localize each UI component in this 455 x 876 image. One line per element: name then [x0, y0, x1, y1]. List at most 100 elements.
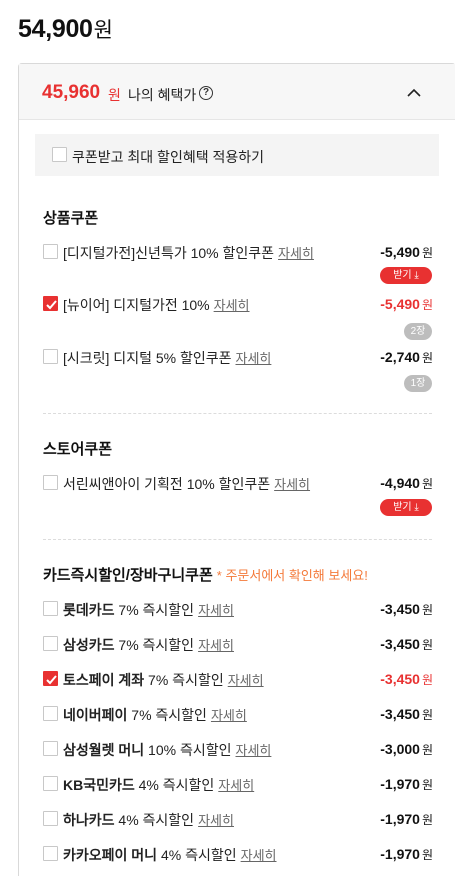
card-brand: 하나카드	[63, 812, 115, 828]
card-discount-label: 삼성월렛 머니 10% 즉시할인 자세히	[63, 740, 271, 760]
chevron-up-icon[interactable]	[403, 82, 425, 104]
card-discount-amount: -1,970 원	[380, 776, 433, 793]
card-detail-link[interactable]: 자세히	[228, 673, 264, 688]
card-amount-value: -3,450	[380, 671, 420, 687]
card-discount-amount: -3,450 원	[380, 671, 433, 688]
benefit-price-header[interactable]: 45,960 원 나의 혜택가 ?	[19, 64, 455, 120]
card-amount-currency: 원	[421, 708, 433, 722]
card-brand: 네이버페이	[63, 707, 128, 723]
card-detail-link[interactable]: 자세히	[198, 603, 234, 618]
coupon-detail-link[interactable]: 자세히	[214, 298, 250, 313]
card-discount-label: 네이버페이 7% 즉시할인 자세히	[63, 705, 247, 725]
card-amount-currency: 원	[421, 813, 433, 827]
coupon-name: [뉴이어] 디지털가전 10%	[63, 297, 210, 313]
section-divider	[43, 413, 432, 414]
card-discount-label: KB국민카드 4% 즉시할인 자세히	[63, 775, 254, 795]
card-discount-amount: -3,450 원	[380, 601, 433, 618]
card-discount-checkbox[interactable]	[43, 601, 58, 616]
coupon-detail-link[interactable]: 자세히	[235, 351, 271, 366]
coupon-row: [디지털가전]신년특가 10% 할인쿠폰 자세히 -5,490 원	[43, 241, 433, 263]
card-discount-row: 삼성카드 7% 즉시할인 자세히 -3,450 원	[43, 633, 433, 655]
product-price-value: 54,900	[18, 15, 93, 43]
coupon-label: [디지털가전]신년특가 10% 할인쿠폰 자세히	[63, 243, 314, 263]
card-discount-desc: 4% 즉시할인	[114, 812, 195, 828]
card-discount-row: 하나카드 4% 즉시할인 자세히 -1,970 원	[43, 808, 433, 830]
coupon-download-button[interactable]: 받기 ⤓	[380, 267, 432, 284]
coupon-amount-currency: 원	[421, 477, 433, 491]
coupon-amount-currency: 원	[421, 298, 433, 312]
card-amount-value: -1,970	[380, 846, 420, 862]
coupon-checkbox[interactable]	[43, 244, 58, 259]
info-icon[interactable]: ?	[199, 86, 213, 100]
card-amount-currency: 원	[421, 603, 433, 617]
coupon-checkbox[interactable]	[43, 349, 58, 364]
card-amount-currency: 원	[421, 778, 433, 792]
card-discount-label: 삼성카드 7% 즉시할인 자세히	[63, 635, 234, 655]
card-discount-label: 롯데카드 7% 즉시할인 자세히	[63, 600, 234, 620]
card-discount-amount: -3,450 원	[380, 636, 433, 653]
coupon-amount: -5,490 원	[380, 244, 433, 261]
card-amount-currency: 원	[421, 743, 433, 757]
card-detail-link[interactable]: 자세히	[236, 743, 272, 758]
card-brand: 롯데카드	[63, 602, 115, 618]
card-discount-checkbox[interactable]	[43, 706, 58, 721]
card-discount-amount: -1,970 원	[380, 811, 433, 828]
card-amount-currency: 원	[421, 638, 433, 652]
card-discount-row: 토스페이 계좌 7% 즉시할인 자세히 -3,450 원	[43, 668, 433, 690]
section-divider	[43, 539, 432, 540]
card-section-note: * 주문서에서 확인해 보세요!	[216, 568, 368, 583]
coupon-amount: -5,490 원	[380, 296, 433, 313]
card-detail-link[interactable]: 자세히	[198, 813, 234, 828]
card-discount-desc: 7% 즉시할인	[144, 672, 224, 688]
coupon-name: [디지털가전]신년특가 10% 할인쿠폰	[63, 245, 275, 261]
max-benefit-checkbox[interactable]	[52, 147, 67, 162]
card-detail-link[interactable]: 자세히	[211, 708, 247, 723]
coupon-detail-link[interactable]: 자세히	[274, 477, 310, 492]
coupon-detail-link[interactable]: 자세히	[278, 246, 314, 261]
section-title-store-coupons: 스토어쿠폰	[43, 441, 113, 458]
coupon-checkbox-checked[interactable]	[43, 296, 58, 311]
card-discount-row: 롯데카드 7% 즉시할인 자세히 -3,450 원	[43, 598, 433, 620]
section-title-product-coupons: 상품쿠폰	[43, 210, 99, 227]
benefit-price-currency: 원	[108, 87, 121, 103]
card-amount-value: -3,450	[380, 601, 420, 617]
max-benefit-option[interactable]: 쿠폰받고 최대 할인혜택 적용하기	[35, 134, 439, 176]
coupon-row: 서린씨앤아이 기획전 10% 할인쿠폰 자세히 -4,940 원	[43, 472, 433, 494]
card-discount-row: 삼성월렛 머니 10% 즉시할인 자세히 -3,000 원	[43, 738, 433, 760]
card-discount-amount: -1,970 원	[380, 846, 433, 863]
coupon-amount: -2,740 원	[380, 349, 433, 366]
card-amount-value: -1,970	[380, 776, 420, 792]
coupon-count-badge: 1장	[404, 375, 432, 392]
section-title-card-discounts: 카드즉시할인/장바구니쿠폰 * 주문서에서 확인해 보세요!	[43, 564, 368, 585]
coupon-download-button[interactable]: 받기 ⤓	[380, 499, 432, 516]
card-detail-link[interactable]: 자세히	[241, 848, 277, 863]
coupon-name: [시크릿] 디지털 5% 할인쿠폰	[63, 350, 232, 366]
card-discount-desc: 10% 즉시할인	[144, 742, 232, 758]
max-benefit-label: 쿠폰받고 최대 할인혜택 적용하기	[72, 149, 264, 165]
coupon-amount: -4,940 원	[380, 475, 433, 492]
coupon-name: 서린씨앤아이 기획전 10% 할인쿠폰	[63, 476, 271, 492]
card-discount-label: 하나카드 4% 즉시할인 자세히	[63, 810, 234, 830]
card-discount-row: KB국민카드 4% 즉시할인 자세히 -1,970 원	[43, 773, 433, 795]
card-discount-checkbox[interactable]	[43, 811, 58, 826]
coupon-amount-currency: 원	[421, 246, 433, 260]
card-detail-link[interactable]: 자세히	[198, 638, 234, 653]
benefit-price-label: 나의 혜택가	[128, 87, 197, 103]
coupon-checkbox[interactable]	[43, 475, 58, 490]
card-amount-value: -1,970	[380, 811, 420, 827]
card-discount-label: 토스페이 계좌 7% 즉시할인 자세히	[63, 670, 264, 690]
card-discount-checkbox[interactable]	[43, 741, 58, 756]
card-discount-checkbox[interactable]	[43, 846, 58, 861]
card-discount-checkbox-checked[interactable]	[43, 671, 58, 686]
coupon-amount-currency: 원	[421, 351, 433, 365]
card-discount-desc: 7% 즉시할인	[127, 707, 207, 723]
benefit-panel: 45,960 원 나의 혜택가 ? 쿠폰받고 최대 할인혜택 적용하기 상품쿠폰…	[18, 63, 455, 876]
benefit-price-value: 45,960	[42, 82, 101, 103]
card-brand: 삼성월렛 머니	[63, 742, 145, 758]
card-discount-checkbox[interactable]	[43, 776, 58, 791]
card-detail-link[interactable]: 자세히	[218, 778, 254, 793]
coupon-label: [뉴이어] 디지털가전 10% 자세히	[63, 295, 250, 315]
card-amount-value: -3,450	[380, 636, 420, 652]
card-discount-checkbox[interactable]	[43, 636, 58, 651]
coupon-row: [시크릿] 디지털 5% 할인쿠폰 자세히 -2,740 원	[43, 346, 433, 368]
